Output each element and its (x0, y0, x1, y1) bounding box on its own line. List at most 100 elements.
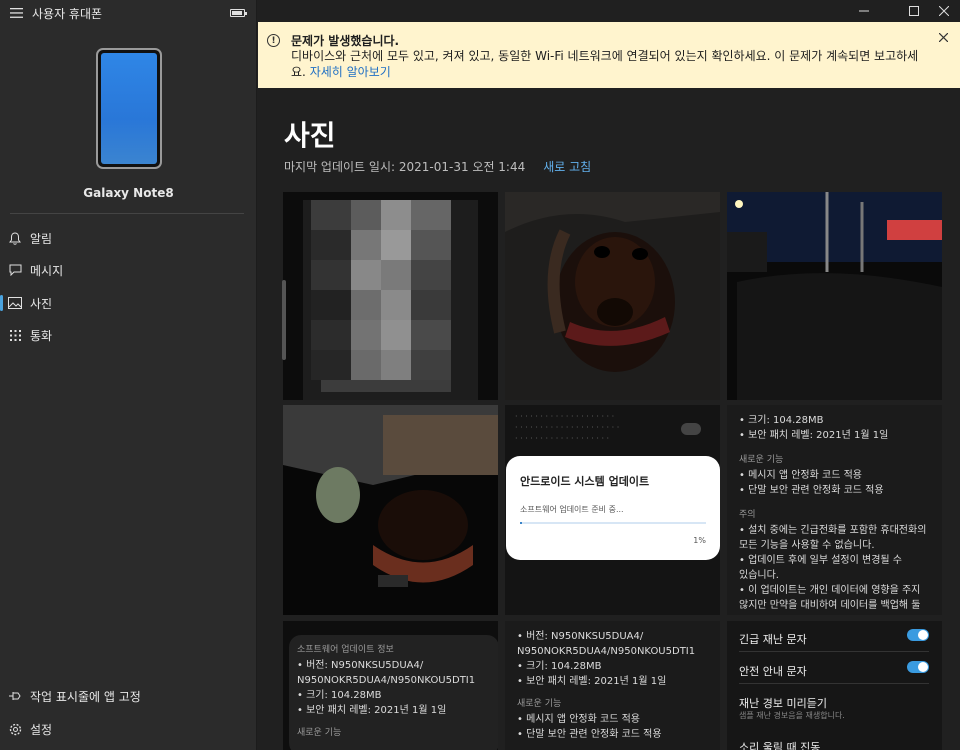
hamburger-icon (9, 8, 23, 18)
info-line: • 크기: 104.28MB (297, 690, 382, 701)
learn-more-link[interactable]: 자세히 알아보기 (310, 65, 391, 79)
close-icon (939, 6, 949, 16)
setting-label: 소리 울림 때 진동 (739, 741, 821, 750)
toggle-on (907, 661, 929, 673)
close-window-button[interactable] (928, 0, 960, 22)
photo-tile[interactable]: 소프트웨어 업데이트 정보 • 버전: N950NKSU5DUA4/ N950N… (283, 621, 498, 750)
minimize-icon (859, 10, 869, 12)
info-line: • 이 업데이트는 개인 데이터에 영향을 주지 (739, 585, 921, 596)
setting-label: 재난 경보 미리듣기 (739, 697, 827, 710)
dialog-title: 안드로이드 시스템 업데이트 (520, 475, 650, 488)
info-line: 모든 기능을 사용할 수 없습니다. (739, 540, 875, 551)
nav-label: 알림 (30, 231, 53, 246)
pin-to-taskbar-button[interactable]: 작업 표시줄에 앱 고정 (0, 680, 257, 712)
update-info-text: • 버전: N950NKSU5DUA4/ N950NOKR5DUA4/N950N… (517, 629, 695, 742)
photo-tile[interactable]: • 크기: 104.28MB • 보안 패치 레벨: 2021년 1월 1일 새… (727, 405, 942, 615)
photo-tile[interactable] (283, 192, 498, 400)
phone-image (96, 48, 162, 169)
refresh-link[interactable]: 새로 고침 (543, 158, 591, 175)
info-line: • 단말 보안 관련 안정화 코드 적용 (739, 485, 884, 496)
info-line: • 단말 보안 관련 안정화 코드 적용 (517, 729, 662, 740)
dialpad-icon (0, 329, 30, 341)
setting-row: 소리 울림 때 진동 (739, 739, 929, 750)
settings-button[interactable]: 설정 (0, 713, 257, 745)
app-title: 사용자 휴대폰 (32, 6, 103, 21)
toggle-switch (681, 423, 701, 435)
setting-sublabel: 샘플 재난 경보음을 재생합니다. (739, 711, 845, 720)
nav-item-photos[interactable]: 사진 (0, 287, 257, 319)
pin-icon (0, 691, 30, 701)
photo-tile[interactable]: • 버전: N950NKSU5DUA4/ N950NOKR5DUA4/N950N… (505, 621, 720, 750)
info-line: N950NOKR5DUA4/N950NKOU5DTI1 (517, 646, 696, 657)
info-line: N950NOKR5DUA4/N950NKOU5DTI1 (297, 675, 476, 686)
info-line: • 메시지 앱 안정화 코드 적용 (739, 470, 862, 481)
sidebar-header: 사용자 휴대폰 (0, 0, 257, 26)
gear-icon (0, 723, 30, 736)
banner-close-button[interactable] (936, 30, 950, 44)
photo-icon (0, 297, 30, 309)
photo-tile[interactable] (505, 192, 720, 400)
toggle-on (907, 629, 929, 641)
photo-tile[interactable]: 긴급 재난 문자 안전 안내 문자 재난 경보 미리듣기 샘플 재난 경보음을 … (727, 621, 942, 750)
info-line: 있습니다. (739, 570, 779, 581)
bell-icon (0, 231, 30, 245)
setting-label: 긴급 재난 문자 (739, 633, 807, 646)
row-divider (739, 651, 929, 652)
info-line: • 설치 중에는 긴급전화를 포함한 휴대전화의 (739, 525, 927, 536)
maximize-button[interactable] (898, 0, 930, 22)
section-head: 새로운 기능 (739, 455, 784, 465)
update-status: 마지막 업데이트 일시: 2021-01-31 오전 1:44 새로 고침 (284, 158, 591, 175)
sidebar: 사용자 휴대폰 Galaxy Note8 알림 메시지 사진 통화 작업 표시줄… (0, 0, 257, 750)
progress-percent: 1% (693, 536, 706, 545)
scroll-handle[interactable] (282, 280, 286, 360)
sidebar-divider (10, 213, 244, 214)
info-line: • 크기: 104.28MB (739, 415, 824, 426)
nav-item-notifications[interactable]: 알림 (0, 222, 257, 254)
message-icon (0, 264, 30, 276)
photo-tile[interactable] (727, 192, 942, 400)
maximize-icon (909, 6, 919, 16)
night-street-photo-image (727, 192, 942, 400)
pixelated-screenshot-image (303, 200, 478, 400)
section-head: 주의 (739, 510, 756, 520)
window-titlebar (258, 0, 960, 22)
banner-body: 디바이스와 근처에 모두 있고, 켜져 있고, 동일한 Wi-Fi 네트워크에 … (291, 48, 931, 80)
device-name: Galaxy Note8 (83, 186, 174, 200)
info-line: • 업데이트 후에 일부 설정이 변경될 수 (739, 555, 902, 566)
update-info-text: • 크기: 104.28MB • 보안 패치 레벨: 2021년 1월 1일 새… (739, 413, 926, 613)
info-line: • 크기: 104.28MB (517, 661, 602, 672)
last-update-text: 마지막 업데이트 일시: 2021-01-31 오전 1:44 (284, 160, 526, 174)
photo-tile[interactable] (283, 405, 498, 615)
info-line: • 버전: N950NKSU5DUA4/ (517, 631, 644, 642)
section-head: 소프트웨어 업데이트 정보 (297, 645, 394, 655)
update-info-text: 소프트웨어 업데이트 정보 • 버전: N950NKSU5DUA4/ N950N… (297, 643, 475, 741)
dog-photo-image (505, 192, 720, 400)
blurred-text: · · · · · · · · · · · · · · · · · · · · ·… (515, 412, 620, 443)
section-head: 새로운 기능 (297, 728, 342, 738)
error-banner: ! 문제가 발생했습니다. 디바이스와 근처에 모두 있고, 켜져 있고, 동일… (258, 22, 960, 88)
nav-item-messages[interactable]: 메시지 (0, 254, 257, 286)
close-icon (938, 32, 948, 42)
info-line: • 버전: N950NKSU5DUA4/ (297, 660, 424, 671)
minimize-button[interactable] (848, 0, 880, 22)
info-line: • 보안 패치 레벨: 2021년 1월 1일 (517, 676, 667, 687)
page-title: 사진 (284, 119, 336, 152)
nav-label: 메시지 (30, 263, 64, 278)
info-line: • 보안 패치 레벨: 2021년 1월 1일 (739, 430, 889, 441)
dialog-subtitle: 소프트웨어 업데이트 준비 중... (520, 505, 624, 514)
progress-bar (520, 522, 706, 524)
setting-row: 안전 안내 문자 (739, 661, 929, 679)
battery-icon (230, 9, 247, 17)
hamburger-menu-button[interactable] (0, 0, 32, 26)
setting-label: 안전 안내 문자 (739, 665, 807, 678)
warning-icon: ! (267, 34, 280, 47)
setting-row: 재난 경보 미리듣기 (739, 695, 929, 711)
banner-title: 문제가 발생했습니다. (291, 34, 400, 48)
car-night-photo-image (283, 405, 498, 615)
row-divider (739, 683, 929, 684)
nav-label: 사진 (30, 296, 53, 311)
nav-label: 통화 (30, 328, 53, 343)
info-line: 않지만 만약을 대비하여 데이터를 백업해 둘 (739, 600, 921, 611)
setting-row: 긴급 재난 문자 (739, 629, 929, 647)
nav-item-calls[interactable]: 통화 (0, 319, 257, 351)
